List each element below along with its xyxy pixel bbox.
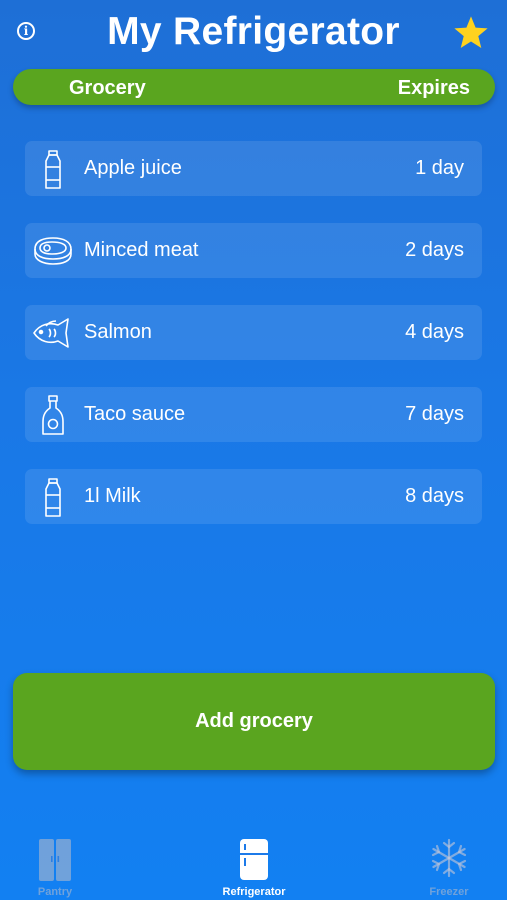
bottle-icon	[45, 478, 61, 517]
item-expires: 7 days	[405, 403, 464, 425]
page-title: My Refrigerator	[107, 10, 400, 53]
list-item[interactable]: Minced meat 2 days	[25, 223, 482, 278]
item-expires: 4 days	[405, 321, 464, 343]
tab-refrigerator[interactable]: Refrigerator	[199, 830, 309, 900]
tab-freezer[interactable]: Freezer	[394, 830, 504, 900]
fish-icon	[33, 318, 69, 348]
item-expires: 2 days	[405, 239, 464, 261]
add-grocery-button[interactable]: Add grocery	[13, 673, 495, 770]
expires-column-label: Expires	[397, 77, 470, 99]
item-name: Salmon	[84, 321, 152, 343]
item-name: Minced meat	[84, 239, 199, 261]
item-name: 1l Milk	[84, 485, 141, 507]
item-name: Taco sauce	[84, 403, 186, 425]
tab-label: Refrigerator	[222, 886, 286, 898]
tab-bar: Pantry Refrigerator Freezer	[0, 830, 507, 900]
item-name: Apple juice	[84, 157, 182, 179]
meat-icon	[34, 237, 72, 265]
item-expires: 1 day	[415, 157, 464, 179]
item-expires: 8 days	[405, 485, 464, 507]
sauce-bottle-icon	[42, 395, 64, 435]
pantry-icon	[39, 839, 71, 881]
column-header: Grocery Expires	[13, 69, 495, 105]
tab-pantry[interactable]: Pantry	[0, 830, 110, 900]
star-icon[interactable]	[452, 14, 490, 52]
list-item[interactable]: 1l Milk 8 days	[25, 469, 482, 524]
header: i My Refrigerator	[0, 0, 507, 68]
list-item[interactable]: Salmon 4 days	[25, 305, 482, 360]
list-item[interactable]: Taco sauce 7 days	[25, 387, 482, 442]
bottle-icon	[45, 150, 61, 189]
refrigerator-icon	[240, 839, 268, 880]
list-item[interactable]: Apple juice 1 day	[25, 141, 482, 196]
tab-label: Freezer	[429, 886, 469, 898]
tab-label: Pantry	[37, 886, 73, 898]
snowflake-icon	[431, 838, 467, 878]
grocery-column-label: Grocery	[69, 77, 146, 99]
